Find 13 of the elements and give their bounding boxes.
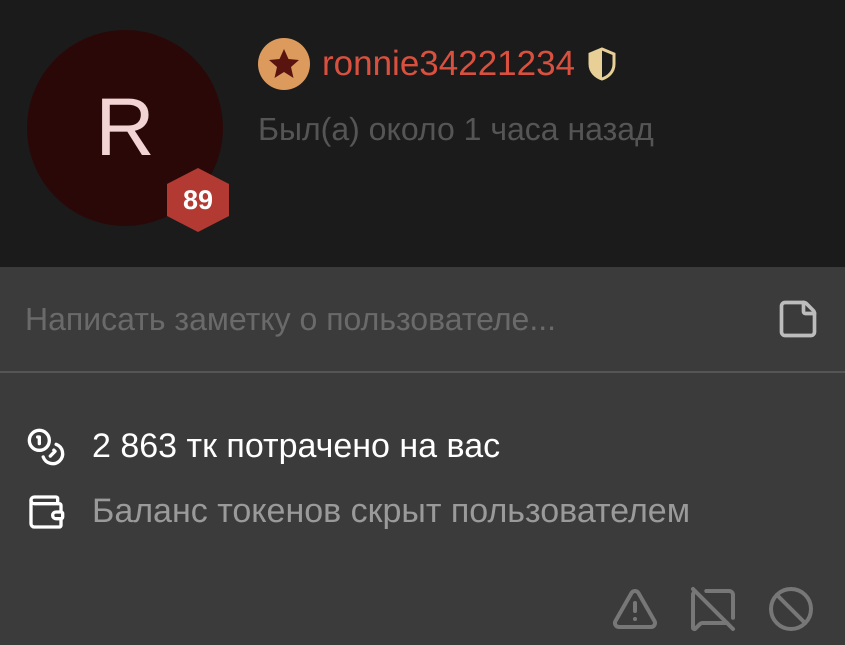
ban-icon <box>767 585 815 633</box>
stat-text: Баланс токенов скрыт пользователем <box>92 491 690 532</box>
stat-text: 2 863 тк потрачено на вас <box>92 426 500 467</box>
username[interactable]: ronnie34221234 <box>322 38 576 90</box>
shield-icon <box>587 47 618 82</box>
coins-icon <box>26 426 66 466</box>
message-off-icon <box>689 585 737 633</box>
level-badge: 89 <box>167 168 229 232</box>
last-seen: Был(а) около 1 часа назад <box>258 110 654 149</box>
block-button[interactable] <box>767 585 815 633</box>
disable-messages-button[interactable] <box>689 585 737 633</box>
avatar-letter: R <box>95 87 155 169</box>
star-badge-icon <box>258 38 310 90</box>
